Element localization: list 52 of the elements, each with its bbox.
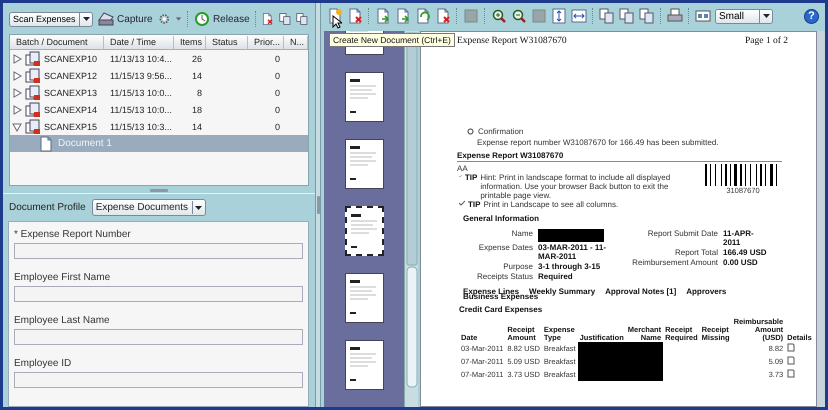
table-title: Credit Card Expenses — [459, 305, 544, 314]
table-cell-text: 8 — [196, 88, 203, 98]
table-cell: SCANEXP13 — [44, 88, 98, 98]
field-label: Employee Last Name — [14, 315, 111, 326]
table-cell-text: 0 — [274, 88, 281, 98]
info-value: 3-1 through 3-15 — [538, 262, 602, 271]
table-cell-text: 0 — [274, 70, 281, 80]
tip-label: TIP — [464, 173, 478, 184]
table-cell-text: 14 — [190, 70, 203, 80]
table-cell-text: 11/15/13 10:0... — [109, 88, 173, 98]
tip-text: Print in Landscape to see all columns. — [483, 200, 618, 209]
page-number: Page 1 of 2 — [744, 35, 788, 47]
table-cell-text: 11/15/13 10:0... — [109, 104, 173, 114]
tooltip: Create New Document (Ctrl+E) — [329, 33, 455, 47]
info-value: 03-MAR-2011 - 11-MAR-2011 — [538, 243, 608, 261]
info-label: Expense Dates — [478, 243, 533, 254]
table-cell: SCANEXP15 — [44, 122, 98, 132]
report-title: Expense Report W31087670 — [457, 151, 782, 162]
table-cell-text: 0 — [274, 54, 281, 64]
confirmation-message: Expense report number W31087670 for 166.49 has been submitted. — [477, 138, 720, 147]
field-label: Document Profile — [9, 202, 86, 213]
info-label: Name — [510, 229, 533, 240]
table-cell-text: 0 — [274, 104, 281, 114]
page-header-title: Expense Report W31087670 — [457, 35, 567, 47]
tip-label: TIP — [468, 200, 480, 209]
tree-item-label: Document 1 — [58, 138, 112, 149]
table-cell: SCANEXP10 — [44, 54, 98, 64]
field-label: Employee ID — [14, 358, 72, 369]
section-heading: General Information — [463, 214, 540, 223]
info-label: Purpose — [502, 262, 533, 271]
table-cell-text: 26 — [190, 54, 203, 64]
table-cell: SCANEXP14 — [44, 104, 98, 114]
info-value: 11-APR-2011 — [723, 229, 755, 247]
info-label: Reimbursement Amount — [631, 258, 718, 267]
table-cell-text: 11/15/13 9:56... — [109, 70, 173, 80]
info-label: Receipts Status — [476, 272, 533, 281]
field-label: * Expense Report Number — [14, 229, 132, 240]
table-cell-text: 0 — [274, 122, 281, 132]
table-cell-text: 18 — [190, 104, 203, 114]
confirmation-title: Confirmation — [478, 127, 524, 136]
info-label: Report Total — [674, 248, 718, 257]
info-label: Report Submit Date — [646, 229, 718, 240]
info-value: 0.00 USD — [723, 258, 759, 267]
field-label: Employee First Name — [14, 272, 112, 283]
info-value: Required — [538, 272, 574, 281]
tip-text: Hint: Print in landscape format to include all displayed information. Use your browser Back button to exit the printable page view. — [480, 173, 672, 200]
table-cell-text: 14 — [190, 122, 203, 132]
table-cell: SCANEXP12 — [44, 70, 98, 80]
approver-code: AA — [457, 164, 469, 173]
table-cell-text: 11/13/13 10:4... — [109, 54, 173, 64]
table-cell-text: 11/15/13 10:3... — [109, 122, 173, 132]
info-value: 166.49 USD — [723, 248, 767, 257]
